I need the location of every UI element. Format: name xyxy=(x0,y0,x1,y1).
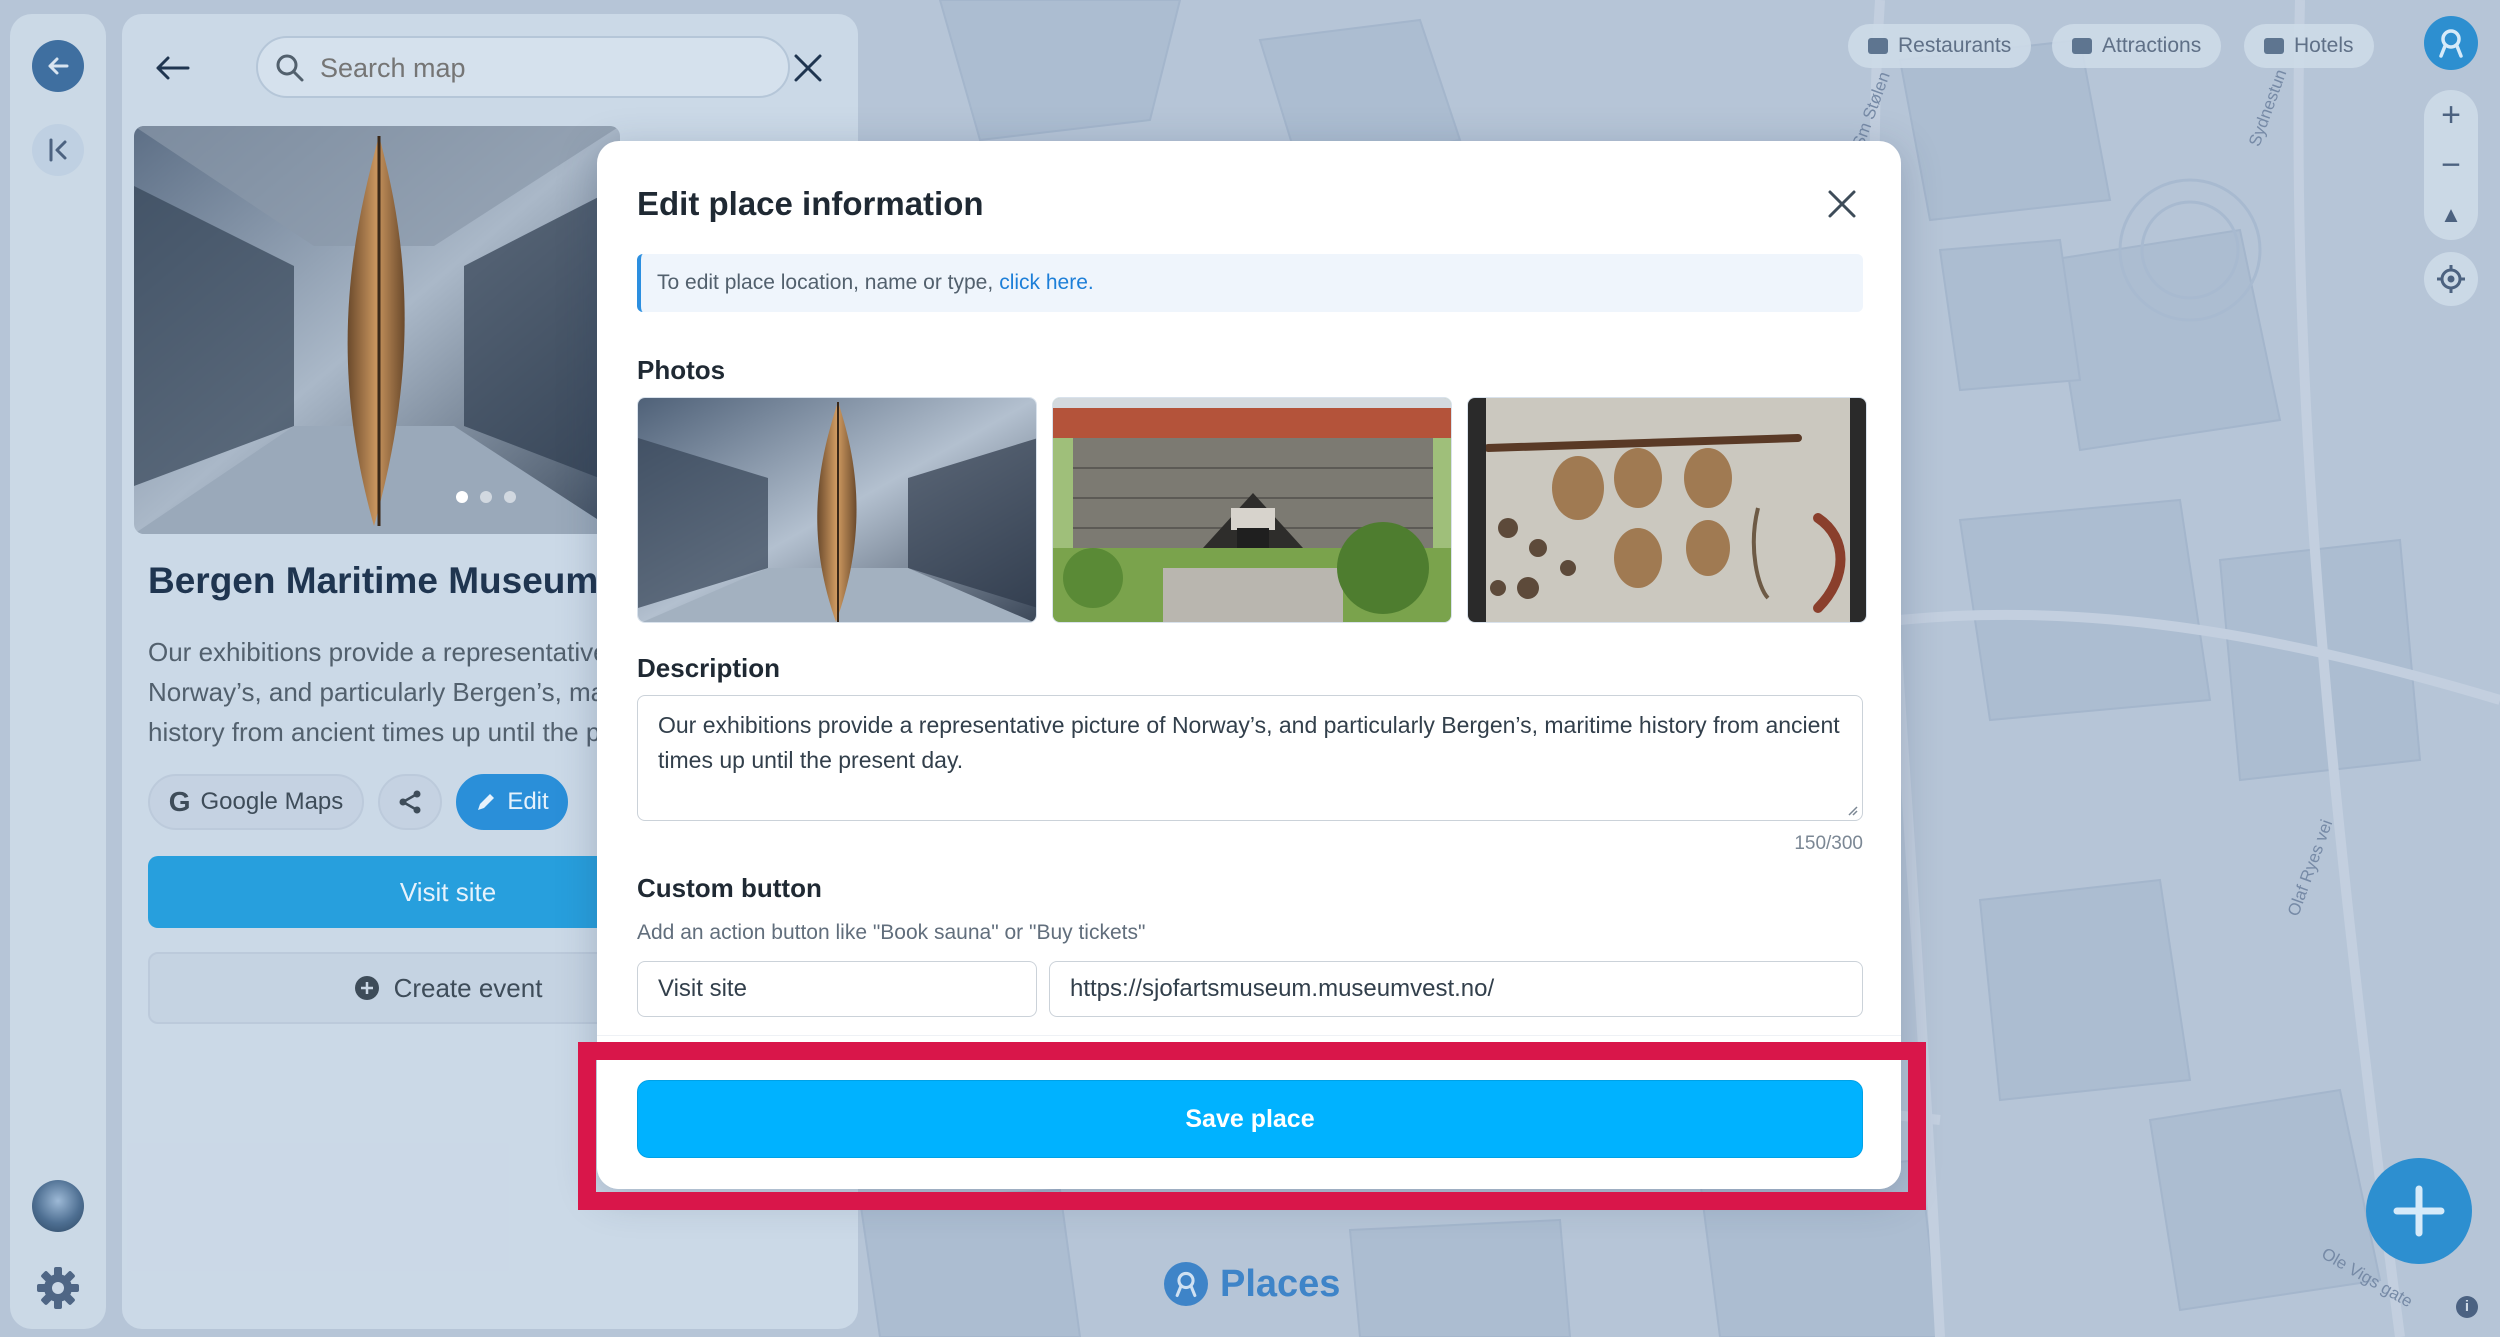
zoom-out-button[interactable]: − xyxy=(2424,140,2478,190)
photos-label: Photos xyxy=(637,355,726,385)
search-box[interactable] xyxy=(256,36,790,98)
pencil-icon xyxy=(478,794,495,810)
gear-icon xyxy=(37,1267,79,1309)
chip-label: Hotels xyxy=(2294,34,2354,57)
custom-button-hint: Add an action button like "Book sauna" o… xyxy=(637,921,1146,944)
attraction-icon xyxy=(2072,38,2092,54)
edit-notice: To edit place location, name or type, cl… xyxy=(637,254,1863,312)
user-avatar[interactable] xyxy=(32,1180,84,1232)
close-panel-button[interactable] xyxy=(788,48,828,88)
carousel-dots xyxy=(456,490,528,508)
edit-label: Edit xyxy=(507,788,549,815)
search-input[interactable] xyxy=(320,50,720,86)
photo-thumbnail[interactable] xyxy=(1052,397,1452,623)
description-value: Our exhibitions provide a representative… xyxy=(658,712,1840,773)
chip-restaurants[interactable]: Restaurants xyxy=(1848,24,2032,68)
zoom-in-button[interactable]: + xyxy=(2424,90,2478,140)
profile-button[interactable] xyxy=(2424,16,2478,70)
close-icon xyxy=(1828,190,1856,218)
hotel-icon xyxy=(2264,38,2284,54)
place-title: Bergen Maritime Museum xyxy=(148,560,599,601)
highlight-box xyxy=(578,1042,1926,1210)
google-g-icon: G xyxy=(168,786,191,817)
back-button[interactable] xyxy=(32,40,84,92)
description-label: Description xyxy=(637,653,781,683)
settings-button[interactable] xyxy=(32,1262,84,1314)
chip-label: Attractions xyxy=(2102,34,2202,57)
collapse-left-icon xyxy=(49,138,67,162)
zoom-controls: + − ▲ xyxy=(2424,90,2478,240)
arrow-left-icon xyxy=(48,57,69,75)
resize-handle-icon[interactable] xyxy=(1844,802,1858,816)
custom-button-text-value: Visit site xyxy=(658,975,747,1002)
edit-place-modal: Edit place information To edit place loc… xyxy=(597,141,1901,1189)
modal-title: Edit place information xyxy=(637,185,984,222)
compass-button[interactable]: ▲ xyxy=(2424,190,2478,240)
locate-me-button[interactable] xyxy=(2424,252,2478,306)
panel-back-button[interactable] xyxy=(152,48,208,88)
photo-thumbnail[interactable] xyxy=(637,397,1037,623)
search-row xyxy=(152,36,828,100)
notice-link[interactable]: click here. xyxy=(999,271,1094,295)
edit-button[interactable]: Edit xyxy=(456,774,568,830)
custom-button-text-input[interactable]: Visit site xyxy=(637,961,1037,1017)
chip-attractions[interactable]: Attractions xyxy=(2052,24,2222,68)
chip-label: Restaurants xyxy=(1898,34,2012,57)
description-counter: 150/300 xyxy=(1794,833,1863,854)
plus-circle-icon xyxy=(354,976,379,1000)
share-icon xyxy=(399,790,421,814)
share-button[interactable] xyxy=(378,774,442,830)
photo-thumbnail[interactable] xyxy=(1467,397,1867,623)
close-icon xyxy=(794,54,822,82)
custom-button-url-input[interactable]: https://sjofartsmuseum.museumvest.no/ xyxy=(1049,961,1863,1017)
place-hero-photo[interactable] xyxy=(134,126,620,534)
modal-close-button[interactable] xyxy=(1827,189,1857,219)
chip-hotels[interactable]: Hotels xyxy=(2244,24,2374,68)
brand: Places xyxy=(1164,1262,1340,1306)
add-place-button[interactable] xyxy=(2366,1158,2472,1264)
notice-text: To edit place location, name or type, xyxy=(657,271,994,294)
left-rail xyxy=(10,14,106,1329)
info-icon[interactable]: i xyxy=(2456,1296,2478,1318)
plus-icon xyxy=(2393,1185,2445,1237)
places-logo-icon xyxy=(2439,29,2463,58)
google-maps-button[interactable]: G Google Maps xyxy=(148,774,364,830)
custom-button-label: Custom button xyxy=(637,873,822,903)
create-event-label: Create event xyxy=(393,972,543,1003)
custom-button-url-value: https://sjofartsmuseum.museumvest.no/ xyxy=(1070,975,1495,1002)
restaurant-icon xyxy=(1868,38,1888,54)
crosshair-icon xyxy=(2437,265,2465,293)
description-textarea[interactable]: Our exhibitions provide a representative… xyxy=(637,695,1863,821)
search-icon xyxy=(276,54,304,82)
arrow-left-icon xyxy=(156,56,190,80)
brand-name: Places xyxy=(1220,1262,1341,1305)
places-logo-icon xyxy=(1164,1262,1208,1306)
collapse-panel-button[interactable] xyxy=(32,124,84,176)
google-maps-label: Google Maps xyxy=(200,788,344,815)
